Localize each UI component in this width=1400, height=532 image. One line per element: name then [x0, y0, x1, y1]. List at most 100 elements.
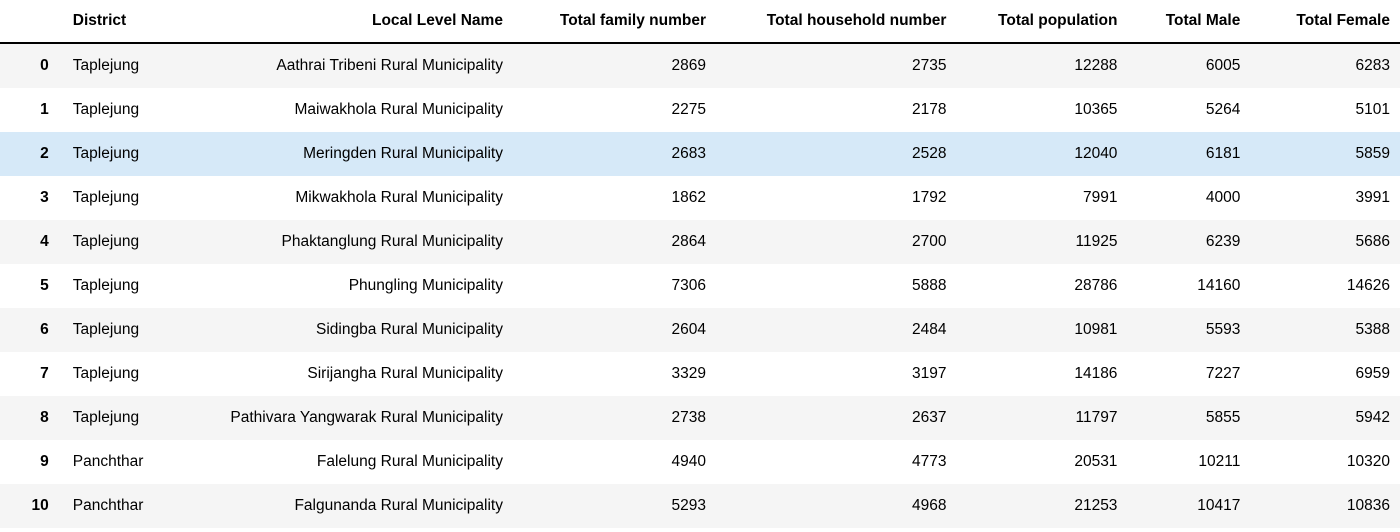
cell-name: Phungling Municipality: [182, 264, 513, 308]
cell-household: 2484: [716, 308, 956, 352]
cell-district: Taplejung: [59, 88, 182, 132]
cell-family: 3329: [513, 352, 716, 396]
cell-male: 6181: [1127, 132, 1250, 176]
row-index: 9: [0, 440, 59, 484]
cell-name: Phaktanglung Rural Municipality: [182, 220, 513, 264]
cell-female: 5686: [1250, 220, 1400, 264]
cell-name: Falgunanda Rural Municipality: [182, 484, 513, 528]
cell-female: 5859: [1250, 132, 1400, 176]
cell-population: 10365: [956, 88, 1127, 132]
table-row: 1TaplejungMaiwakhola Rural Municipality2…: [0, 88, 1400, 132]
cell-male: 5593: [1127, 308, 1250, 352]
col-index: [0, 0, 59, 43]
cell-population: 20531: [956, 440, 1127, 484]
cell-population: 12040: [956, 132, 1127, 176]
table-row: 8TaplejungPathivara Yangwarak Rural Muni…: [0, 396, 1400, 440]
col-male: Total Male: [1127, 0, 1250, 43]
cell-male: 6239: [1127, 220, 1250, 264]
cell-population: 11925: [956, 220, 1127, 264]
cell-district: Taplejung: [59, 396, 182, 440]
row-index: 10: [0, 484, 59, 528]
col-population: Total population: [956, 0, 1127, 43]
cell-district: Taplejung: [59, 220, 182, 264]
cell-household: 1792: [716, 176, 956, 220]
data-table: District Local Level Name Total family n…: [0, 0, 1400, 528]
cell-male: 7227: [1127, 352, 1250, 396]
cell-household: 2528: [716, 132, 956, 176]
cell-family: 1862: [513, 176, 716, 220]
table-row: 2TaplejungMeringden Rural Municipality26…: [0, 132, 1400, 176]
cell-female: 5101: [1250, 88, 1400, 132]
col-local-level: Local Level Name: [182, 0, 513, 43]
cell-male: 6005: [1127, 43, 1250, 88]
cell-district: Taplejung: [59, 176, 182, 220]
table-row: 0TaplejungAathrai Tribeni Rural Municipa…: [0, 43, 1400, 88]
row-index: 5: [0, 264, 59, 308]
cell-family: 2864: [513, 220, 716, 264]
cell-female: 10836: [1250, 484, 1400, 528]
cell-male: 14160: [1127, 264, 1250, 308]
cell-name: Sidingba Rural Municipality: [182, 308, 513, 352]
cell-family: 2604: [513, 308, 716, 352]
cell-male: 4000: [1127, 176, 1250, 220]
cell-name: Pathivara Yangwarak Rural Municipality: [182, 396, 513, 440]
header-row: District Local Level Name Total family n…: [0, 0, 1400, 43]
row-index: 7: [0, 352, 59, 396]
cell-name: Falelung Rural Municipality: [182, 440, 513, 484]
cell-district: Panchthar: [59, 484, 182, 528]
cell-district: Taplejung: [59, 352, 182, 396]
cell-population: 11797: [956, 396, 1127, 440]
table-row: 9PanchtharFalelung Rural Municipality494…: [0, 440, 1400, 484]
cell-population: 12288: [956, 43, 1127, 88]
table-row: 10PanchtharFalgunanda Rural Municipality…: [0, 484, 1400, 528]
cell-male: 5855: [1127, 396, 1250, 440]
cell-district: Taplejung: [59, 264, 182, 308]
row-index: 2: [0, 132, 59, 176]
cell-female: 10320: [1250, 440, 1400, 484]
cell-family: 5293: [513, 484, 716, 528]
cell-household: 2735: [716, 43, 956, 88]
cell-household: 2637: [716, 396, 956, 440]
cell-household: 2700: [716, 220, 956, 264]
row-index: 6: [0, 308, 59, 352]
row-index: 8: [0, 396, 59, 440]
row-index: 4: [0, 220, 59, 264]
cell-name: Aathrai Tribeni Rural Municipality: [182, 43, 513, 88]
cell-male: 10417: [1127, 484, 1250, 528]
cell-household: 3197: [716, 352, 956, 396]
cell-household: 4773: [716, 440, 956, 484]
cell-male: 10211: [1127, 440, 1250, 484]
col-female: Total Female: [1250, 0, 1400, 43]
cell-population: 7991: [956, 176, 1127, 220]
cell-family: 2683: [513, 132, 716, 176]
cell-household: 4968: [716, 484, 956, 528]
table-row: 3TaplejungMikwakhola Rural Municipality1…: [0, 176, 1400, 220]
cell-female: 5942: [1250, 396, 1400, 440]
cell-family: 2869: [513, 43, 716, 88]
cell-district: Taplejung: [59, 308, 182, 352]
cell-population: 21253: [956, 484, 1127, 528]
table-row: 5TaplejungPhungling Municipality73065888…: [0, 264, 1400, 308]
cell-family: 2275: [513, 88, 716, 132]
cell-family: 2738: [513, 396, 716, 440]
cell-district: Taplejung: [59, 132, 182, 176]
cell-household: 5888: [716, 264, 956, 308]
row-index: 3: [0, 176, 59, 220]
table-row: 6TaplejungSidingba Rural Municipality260…: [0, 308, 1400, 352]
table-row: 4TaplejungPhaktanglung Rural Municipalit…: [0, 220, 1400, 264]
cell-female: 6283: [1250, 43, 1400, 88]
row-index: 1: [0, 88, 59, 132]
cell-name: Maiwakhola Rural Municipality: [182, 88, 513, 132]
cell-female: 6959: [1250, 352, 1400, 396]
table-row: 7TaplejungSirijangha Rural Municipality3…: [0, 352, 1400, 396]
col-family: Total family number: [513, 0, 716, 43]
cell-population: 14186: [956, 352, 1127, 396]
cell-female: 5388: [1250, 308, 1400, 352]
col-district: District: [59, 0, 182, 43]
cell-male: 5264: [1127, 88, 1250, 132]
cell-population: 10981: [956, 308, 1127, 352]
cell-name: Meringden Rural Municipality: [182, 132, 513, 176]
cell-female: 3991: [1250, 176, 1400, 220]
cell-family: 7306: [513, 264, 716, 308]
cell-district: Taplejung: [59, 43, 182, 88]
